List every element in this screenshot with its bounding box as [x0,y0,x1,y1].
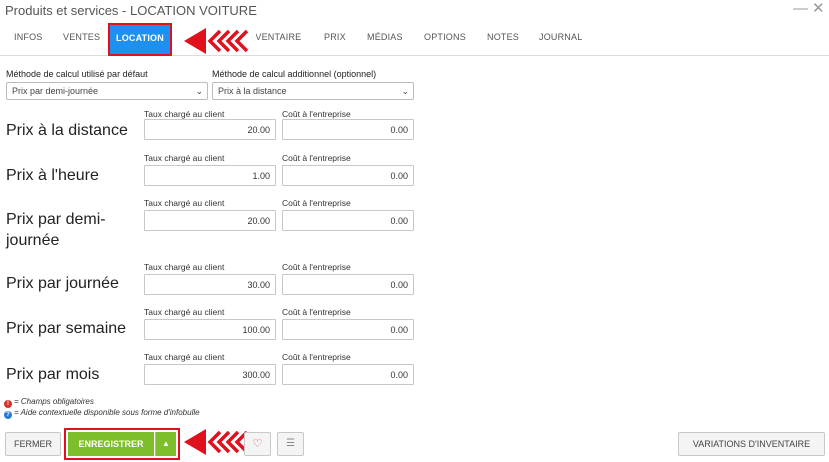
company-cost-label: Coût à l'entreprise [282,262,351,272]
day-client-input[interactable]: 30.00 [144,274,276,295]
row-title-week: Prix par semaine [6,320,127,337]
tab-notes[interactable]: NOTES [487,32,519,42]
legend-help-text: = Aide contextuelle disponible sous form… [14,408,200,417]
hour-company-input[interactable]: 0.00 [282,165,414,186]
company-cost-label: Coût à l'entreprise [282,153,351,163]
inventory-variations-button[interactable]: VARIATIONS D'INVENTAIRE [678,432,825,456]
save-button-group: ENREGISTRER ▲ [64,428,180,460]
month-company-input[interactable]: 0.00 [282,364,414,385]
save-button[interactable]: ENREGISTRER [68,432,154,456]
client-rate-label: Taux chargé au client [144,153,225,163]
day-company-input[interactable]: 0.00 [282,274,414,295]
half-day-company-input[interactable]: 0.00 [282,210,414,231]
company-cost-label: Coût à l'entreprise [282,109,351,119]
legend-help: ? = Aide contextuelle disponible sous for… [4,408,200,419]
company-cost-label: Coût à l'entreprise [282,198,351,208]
tab-location[interactable]: LOCATION [108,23,172,56]
client-rate-label: Taux chargé au client [144,109,225,119]
close-button[interactable]: FERMER [5,432,61,456]
row-title-distance: Prix à la distance [6,122,128,139]
annotation-arrow-icon [184,28,249,54]
legend-required: ! = Champs obligatoires [4,397,94,408]
list-button[interactable]: ☰ [277,432,304,456]
company-cost-label: Coût à l'entreprise [282,352,351,362]
default-method-value: Prix par demi-journée [12,86,99,96]
tab-journal[interactable]: JOURNAL [539,32,582,42]
client-rate-label: Taux chargé au client [144,198,225,208]
month-client-input[interactable]: 300.00 [144,364,276,385]
distance-client-input[interactable]: 20.00 [144,119,276,140]
minimize-icon[interactable]: — [793,1,808,17]
tab-ventes[interactable]: VENTES [63,32,100,42]
week-company-input[interactable]: 0.00 [282,319,414,340]
row-title-half-day: Prix par demi-journée [6,211,106,249]
required-icon: ! [4,400,12,408]
favorite-button[interactable]: ♡ [244,432,271,456]
row-title-day: Prix par journée [6,275,119,292]
additional-method-label: Méthode de calcul additionnel (optionnel… [212,69,377,79]
legend-required-text: = Champs obligatoires [14,397,94,406]
window-title: Produits et services - LOCATION VOITURE [5,3,257,18]
row-title-hour: Prix à l'heure [6,167,99,184]
week-client-input[interactable]: 100.00 [144,319,276,340]
client-rate-label: Taux chargé au client [144,307,225,317]
save-dropdown-button[interactable]: ▲ [155,432,176,456]
additional-method-select[interactable]: Prix à la distance ⌄ [212,82,414,100]
chevron-down-icon: ⌄ [195,86,203,96]
half-day-client-input[interactable]: 20.00 [144,210,276,231]
help-icon: ? [4,411,12,419]
tab-prix[interactable]: PRIX [324,32,346,42]
tab-options[interactable]: OPTIONS [424,32,466,42]
distance-company-input[interactable]: 0.00 [282,119,414,140]
client-rate-label: Taux chargé au client [144,352,225,362]
title-bar: Produits et services - LOCATION VOITURE … [0,0,829,22]
additional-method-value: Prix à la distance [218,86,287,96]
default-method-select[interactable]: Prix par demi-journée ⌄ [6,82,208,100]
list-icon: ☰ [286,438,295,449]
hour-client-input[interactable]: 1.00 [144,165,276,186]
default-method-label: Méthode de calcul utilisé par défaut [6,69,148,79]
close-icon[interactable]: ✕ [812,1,825,17]
heart-icon: ♡ [252,438,263,450]
client-rate-label: Taux chargé au client [144,262,225,272]
company-cost-label: Coût à l'entreprise [282,307,351,317]
chevron-down-icon: ⌄ [401,86,409,96]
tab-infos[interactable]: INFOS [14,32,43,42]
row-title-month: Prix par mois [6,366,100,383]
tab-bar: INFOS VENTES LOCATION INVENTAIRE PRIX MÉ… [0,23,829,56]
tab-medias[interactable]: MÉDIAS [367,32,403,42]
